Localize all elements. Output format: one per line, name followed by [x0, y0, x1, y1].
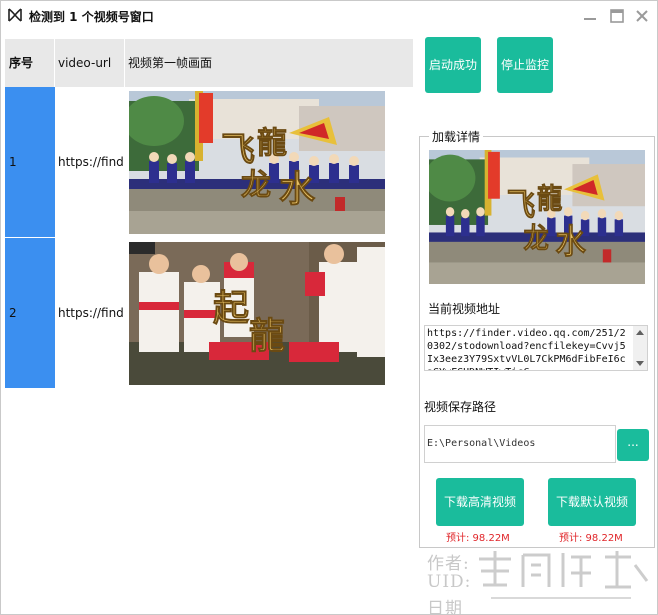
url-scrollbar[interactable]: [633, 326, 647, 370]
window-title: 检测到 1 个视频号窗口: [29, 10, 154, 24]
table-header: 序号 video-url 视频第一帧画面: [5, 39, 413, 87]
svg-text:起: 起: [213, 287, 250, 329]
dragon-boat-preview-image: 飞 龍 龙 水: [429, 150, 645, 284]
scroll-up-icon[interactable]: [636, 330, 644, 335]
video-table: 序号 video-url 视频第一帧画面 1 https://find 飞 龍 …: [5, 39, 413, 388]
current-url-value[interactable]: https://finder.video.qq.com/251/20302/st…: [427, 327, 631, 370]
title-bar: 检测到 1 个视频号窗口: [1, 1, 657, 31]
stop-monitor-button[interactable]: 停止监控: [497, 37, 553, 93]
row-index-cell[interactable]: 1: [5, 87, 55, 237]
table-row[interactable]: 1 https://find 飞 龍 龙 水: [5, 87, 413, 237]
row-index-cell[interactable]: 2: [5, 238, 55, 388]
svg-text:龙: 龙: [241, 168, 271, 203]
app-logo-icon: [8, 8, 22, 22]
maximize-icon[interactable]: [608, 7, 626, 25]
svg-text:水: 水: [279, 168, 316, 210]
svg-text:龙: 龙: [524, 222, 550, 255]
watermark-author: 作者:: [427, 554, 470, 574]
estimate-default-size: 预计: 98.22M: [559, 533, 623, 544]
svg-text:龍: 龍: [257, 126, 287, 161]
video-preview: 飞 龍 龙 水: [429, 150, 645, 284]
minimize-icon[interactable]: [581, 7, 599, 25]
team-pulling-thumbnail-image: 起 龍: [129, 242, 385, 385]
dragon-boat-thumbnail-image: 飞 龍 龙 水: [129, 91, 385, 234]
row-index: 2: [9, 306, 17, 320]
table-row[interactable]: 2 https://find 起 龍: [5, 238, 413, 388]
browse-folder-button[interactable]: ...: [617, 429, 649, 461]
row-url[interactable]: https://find: [58, 155, 124, 169]
current-url-label: 当前视频地址: [428, 302, 501, 316]
details-group-title: 加载详情: [429, 128, 484, 145]
estimate-hd-size: 预计: 98.22M: [446, 533, 510, 544]
svg-text:龍: 龍: [249, 315, 285, 357]
row-thumbnail[interactable]: 飞 龍 龙 水: [129, 91, 385, 234]
forum-watermark-logo: [479, 551, 649, 599]
save-path-input[interactable]: E:\Personal\Videos: [424, 425, 616, 463]
save-path-label: 视频保存路径: [424, 400, 497, 414]
watermark-date: 日期: [427, 599, 463, 615]
close-icon[interactable]: [633, 7, 651, 25]
svg-text:飞: 飞: [221, 130, 255, 170]
header-url[interactable]: video-url: [55, 39, 125, 87]
header-frame[interactable]: 视频第一帧画面: [125, 39, 413, 87]
row-index: 1: [9, 155, 17, 169]
download-default-button[interactable]: 下载默认视频: [548, 478, 636, 526]
header-index[interactable]: 序号: [5, 39, 55, 87]
svg-text:飞: 飞: [507, 187, 536, 224]
start-monitor-button[interactable]: 启动成功: [425, 37, 481, 93]
row-url[interactable]: https://find: [58, 306, 124, 320]
scroll-down-icon[interactable]: [636, 361, 644, 366]
row-thumbnail[interactable]: 起 龍: [129, 242, 385, 385]
watermark-uid: UID:: [427, 572, 472, 592]
app-window: 检测到 1 个视频号窗口 序号 video-url 视频第一帧画面 1 http…: [0, 0, 658, 615]
current-url-textbox[interactable]: https://finder.video.qq.com/251/20302/st…: [424, 325, 648, 371]
download-hd-button[interactable]: 下载高清视频: [436, 478, 524, 526]
svg-text:水: 水: [556, 222, 587, 262]
svg-text:龍: 龍: [537, 182, 563, 216]
